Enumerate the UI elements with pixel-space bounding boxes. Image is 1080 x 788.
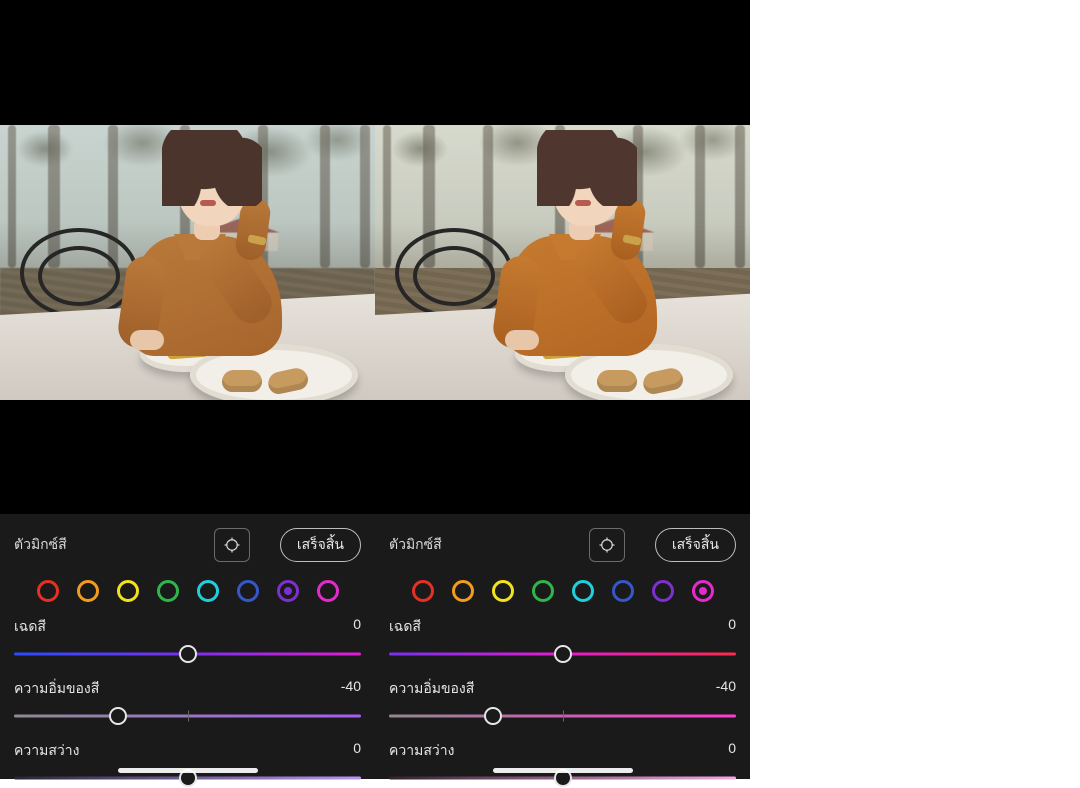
done-button[interactable]: เสร็จสิ้น: [655, 528, 736, 562]
color-swatch-yellow[interactable]: [117, 580, 139, 602]
slider-hue[interactable]: [14, 644, 361, 664]
compare-pane-right: ตัวมิกซ์สี เสร็จสิ้น เฉดสี 0: [375, 0, 750, 779]
home-indicator[interactable]: [493, 768, 633, 773]
color-mix-panel: ตัวมิกซ์สี เสร็จสิ้น เฉดสี 0: [0, 514, 375, 779]
color-swatch-purple[interactable]: [277, 580, 299, 602]
home-indicator[interactable]: [118, 768, 258, 773]
panel-title: ตัวมิกซ์สี: [14, 534, 71, 556]
color-swatch-magenta[interactable]: [692, 580, 714, 602]
slider-row-luminance: ความสว่าง 0: [14, 740, 361, 788]
color-swatch-row: [389, 580, 736, 602]
color-swatch-cyan[interactable]: [197, 580, 219, 602]
slider-thumb[interactable]: [484, 707, 502, 725]
slider-label: เฉดสี: [389, 616, 421, 638]
photo-preview[interactable]: [0, 125, 375, 400]
color-mix-panel: ตัวมิกซ์สี เสร็จสิ้น เฉดสี 0: [375, 514, 750, 779]
color-swatch-magenta[interactable]: [317, 580, 339, 602]
color-swatch-blue[interactable]: [612, 580, 634, 602]
photo-preview-area: [375, 0, 750, 514]
color-swatch-green[interactable]: [157, 580, 179, 602]
slider-thumb[interactable]: [179, 645, 197, 663]
color-swatch-green[interactable]: [532, 580, 554, 602]
slider-row-saturation: ความอิ่มของสี -40: [14, 678, 361, 726]
slider-label: ความอิ่มของสี: [14, 678, 99, 700]
slider-value: -40: [341, 678, 361, 700]
panel-title: ตัวมิกซ์สี: [389, 534, 446, 556]
slider-thumb[interactable]: [554, 645, 572, 663]
slider-row-hue: เฉดสี 0: [389, 616, 736, 664]
target-picker-button[interactable]: [589, 528, 625, 562]
slider-value: 0: [728, 616, 736, 638]
photo-preview-area: [0, 0, 375, 514]
color-swatch-blue[interactable]: [237, 580, 259, 602]
blank-area: [750, 0, 1080, 779]
color-swatch-row: [14, 580, 361, 602]
slider-row-luminance: ความสว่าง 0: [389, 740, 736, 788]
color-swatch-orange[interactable]: [452, 580, 474, 602]
compare-pane-left: ตัวมิกซ์สี เสร็จสิ้น เฉดสี 0: [0, 0, 375, 779]
photo-preview[interactable]: [375, 125, 750, 400]
slider-label: ความอิ่มของสี: [389, 678, 474, 700]
crosshair-icon: [598, 536, 616, 554]
slider-row-hue: เฉดสี 0: [14, 616, 361, 664]
crosshair-icon: [223, 536, 241, 554]
color-swatch-red[interactable]: [37, 580, 59, 602]
slider-value: 0: [353, 740, 361, 762]
color-swatch-purple[interactable]: [652, 580, 674, 602]
slider-hue[interactable]: [389, 644, 736, 664]
slider-saturation[interactable]: [14, 706, 361, 726]
slider-saturation[interactable]: [389, 706, 736, 726]
slider-value: 0: [728, 740, 736, 762]
slider-label: เฉดสี: [14, 616, 46, 638]
done-button[interactable]: เสร็จสิ้น: [280, 528, 361, 562]
target-picker-button[interactable]: [214, 528, 250, 562]
slider-value: 0: [353, 616, 361, 638]
slider-label: ความสว่าง: [14, 740, 79, 762]
slider-label: ความสว่าง: [389, 740, 454, 762]
slider-thumb[interactable]: [109, 707, 127, 725]
color-swatch-orange[interactable]: [77, 580, 99, 602]
color-swatch-red[interactable]: [412, 580, 434, 602]
color-swatch-yellow[interactable]: [492, 580, 514, 602]
slider-row-saturation: ความอิ่มของสี -40: [389, 678, 736, 726]
slider-value: -40: [716, 678, 736, 700]
color-swatch-cyan[interactable]: [572, 580, 594, 602]
